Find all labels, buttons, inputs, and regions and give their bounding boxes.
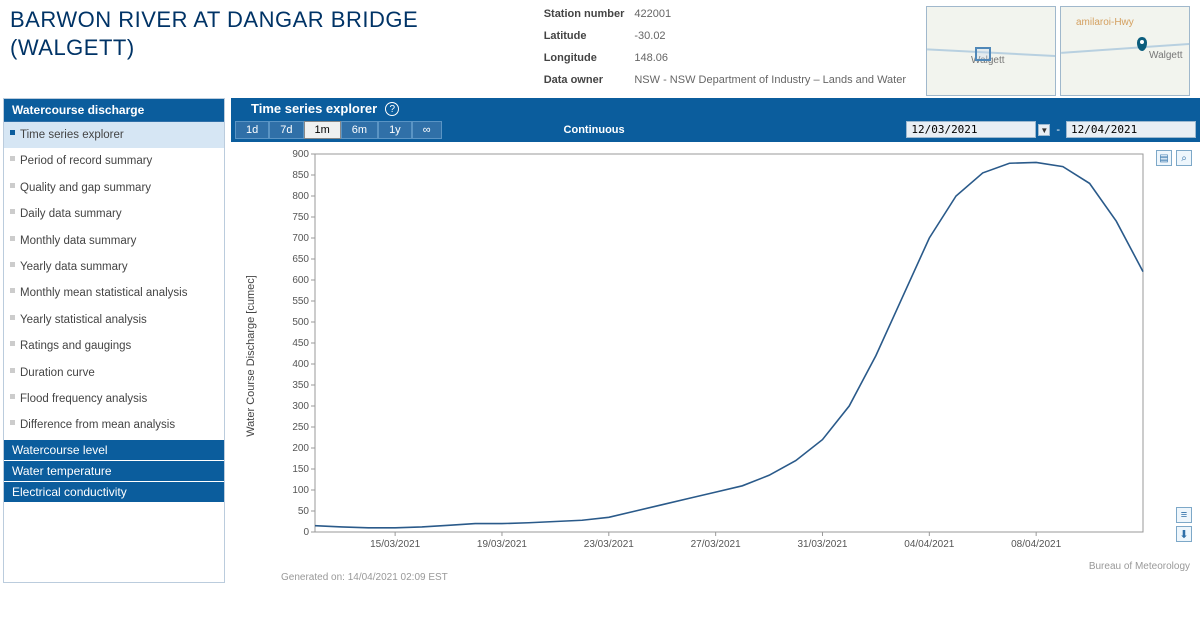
meta-key: Latitude [544, 30, 633, 50]
svg-text:23/03/2021: 23/03/2021 [584, 539, 634, 550]
chart-tool-menu-icon[interactable]: ≡ [1176, 507, 1192, 523]
svg-text:500: 500 [292, 317, 309, 328]
range-button-1d[interactable]: 1d [235, 121, 269, 139]
chart-tool-zoom-icon[interactable]: ⌕ [1176, 150, 1192, 166]
meta-key: Station number [544, 8, 633, 28]
panel-title: Time series explorer [251, 101, 377, 116]
sidebar-item[interactable]: Yearly data summary [4, 254, 224, 280]
svg-text:750: 750 [292, 212, 309, 223]
date-separator: - [1052, 124, 1064, 136]
page-title: BARWON RIVER AT DANGAR BRIDGE (WALGETT) [10, 6, 522, 61]
svg-text:200: 200 [292, 443, 309, 454]
sidebar: Watercourse discharge Time series explor… [3, 98, 225, 583]
toolbar: 1d7d1m6m1y∞ Continuous ▼ - [231, 119, 1200, 142]
svg-text:600: 600 [292, 275, 309, 286]
date-to-input[interactable] [1066, 121, 1196, 138]
sidebar-section[interactable]: Watercourse level [4, 439, 224, 460]
svg-text:19/03/2021: 19/03/2021 [477, 539, 527, 550]
map-marker-icon [1137, 37, 1147, 51]
sidebar-section-discharge[interactable]: Watercourse discharge [4, 99, 224, 122]
sidebar-section[interactable]: Water temperature [4, 460, 224, 481]
meta-key: Longitude [544, 52, 633, 72]
svg-text:300: 300 [292, 401, 309, 412]
sidebar-item[interactable]: Period of record summary [4, 148, 224, 174]
range-button-7d[interactable]: 7d [269, 121, 303, 139]
generated-note: Generated on: 14/04/2021 02:09 EST [231, 570, 1200, 583]
sidebar-item[interactable]: Monthly data summary [4, 228, 224, 254]
range-button-6m[interactable]: 6m [341, 121, 378, 139]
sidebar-item[interactable]: Monthly mean statistical analysis [4, 280, 224, 306]
sidebar-item[interactable]: Quality and gap summary [4, 175, 224, 201]
svg-text:100: 100 [292, 485, 309, 496]
continuous-label: Continuous [564, 124, 625, 136]
svg-text:27/03/2021: 27/03/2021 [691, 539, 741, 550]
dropdown-icon[interactable]: ▼ [1038, 124, 1050, 136]
svg-text:31/03/2021: 31/03/2021 [797, 539, 847, 550]
svg-text:08/04/2021: 08/04/2021 [1011, 539, 1061, 550]
panel-header: Time series explorer ? [231, 98, 1200, 119]
attribution: Bureau of Meteorology [1089, 561, 1190, 572]
svg-text:850: 850 [292, 170, 309, 181]
sidebar-item[interactable]: Time series explorer [4, 122, 224, 148]
meta-val: NSW - NSW Department of Industry – Lands… [634, 74, 914, 94]
svg-text:900: 900 [292, 149, 309, 160]
svg-text:650: 650 [292, 254, 309, 265]
svg-text:04/04/2021: 04/04/2021 [904, 539, 954, 550]
sidebar-item[interactable]: Flood frequency analysis [4, 386, 224, 412]
sidebar-item[interactable]: Difference from mean analysis [4, 412, 224, 438]
svg-text:50: 50 [298, 506, 310, 517]
range-button-1y[interactable]: 1y [378, 121, 412, 139]
svg-text:350: 350 [292, 380, 309, 391]
sidebar-section[interactable]: Electrical conductivity [4, 481, 224, 502]
range-button-∞[interactable]: ∞ [412, 121, 442, 139]
y-axis-label: Water Course Discharge [cumec] [245, 275, 257, 437]
svg-text:0: 0 [303, 527, 309, 538]
meta-key: Data owner [544, 74, 633, 94]
svg-text:250: 250 [292, 422, 309, 433]
sidebar-item[interactable]: Daily data summary [4, 201, 224, 227]
chart-plot[interactable]: 0 50 100 150 200 250 300 350 400 450 500 550 600 650 7… [279, 148, 1177, 560]
chart-tool-download-icon[interactable]: ⬇ [1176, 526, 1192, 542]
station-metadata: Station number422001 Latitude-30.02 Long… [542, 6, 916, 96]
meta-val: 422001 [634, 8, 914, 28]
date-from-input[interactable] [906, 121, 1036, 138]
sidebar-item[interactable]: Yearly statistical analysis [4, 307, 224, 333]
context-map-zoom[interactable]: amilaroi-Hwy Walgett [1060, 6, 1190, 96]
svg-text:150: 150 [292, 464, 309, 475]
svg-text:700: 700 [292, 233, 309, 244]
svg-text:550: 550 [292, 296, 309, 307]
svg-text:15/03/2021: 15/03/2021 [370, 539, 420, 550]
meta-val: 148.06 [634, 52, 914, 72]
context-map-wide[interactable]: Walgett [926, 6, 1056, 96]
meta-val: -30.02 [634, 30, 914, 50]
svg-text:400: 400 [292, 359, 309, 370]
help-icon[interactable]: ? [385, 102, 399, 116]
svg-text:450: 450 [292, 338, 309, 349]
range-button-1m[interactable]: 1m [304, 121, 341, 139]
sidebar-item[interactable]: Ratings and gaugings [4, 333, 224, 359]
chart: Water Course Discharge [cumec] ▤ ⌕ ≡ ⬇ 0… [231, 142, 1200, 570]
sidebar-item[interactable]: Duration curve [4, 360, 224, 386]
svg-text:800: 800 [292, 191, 309, 202]
